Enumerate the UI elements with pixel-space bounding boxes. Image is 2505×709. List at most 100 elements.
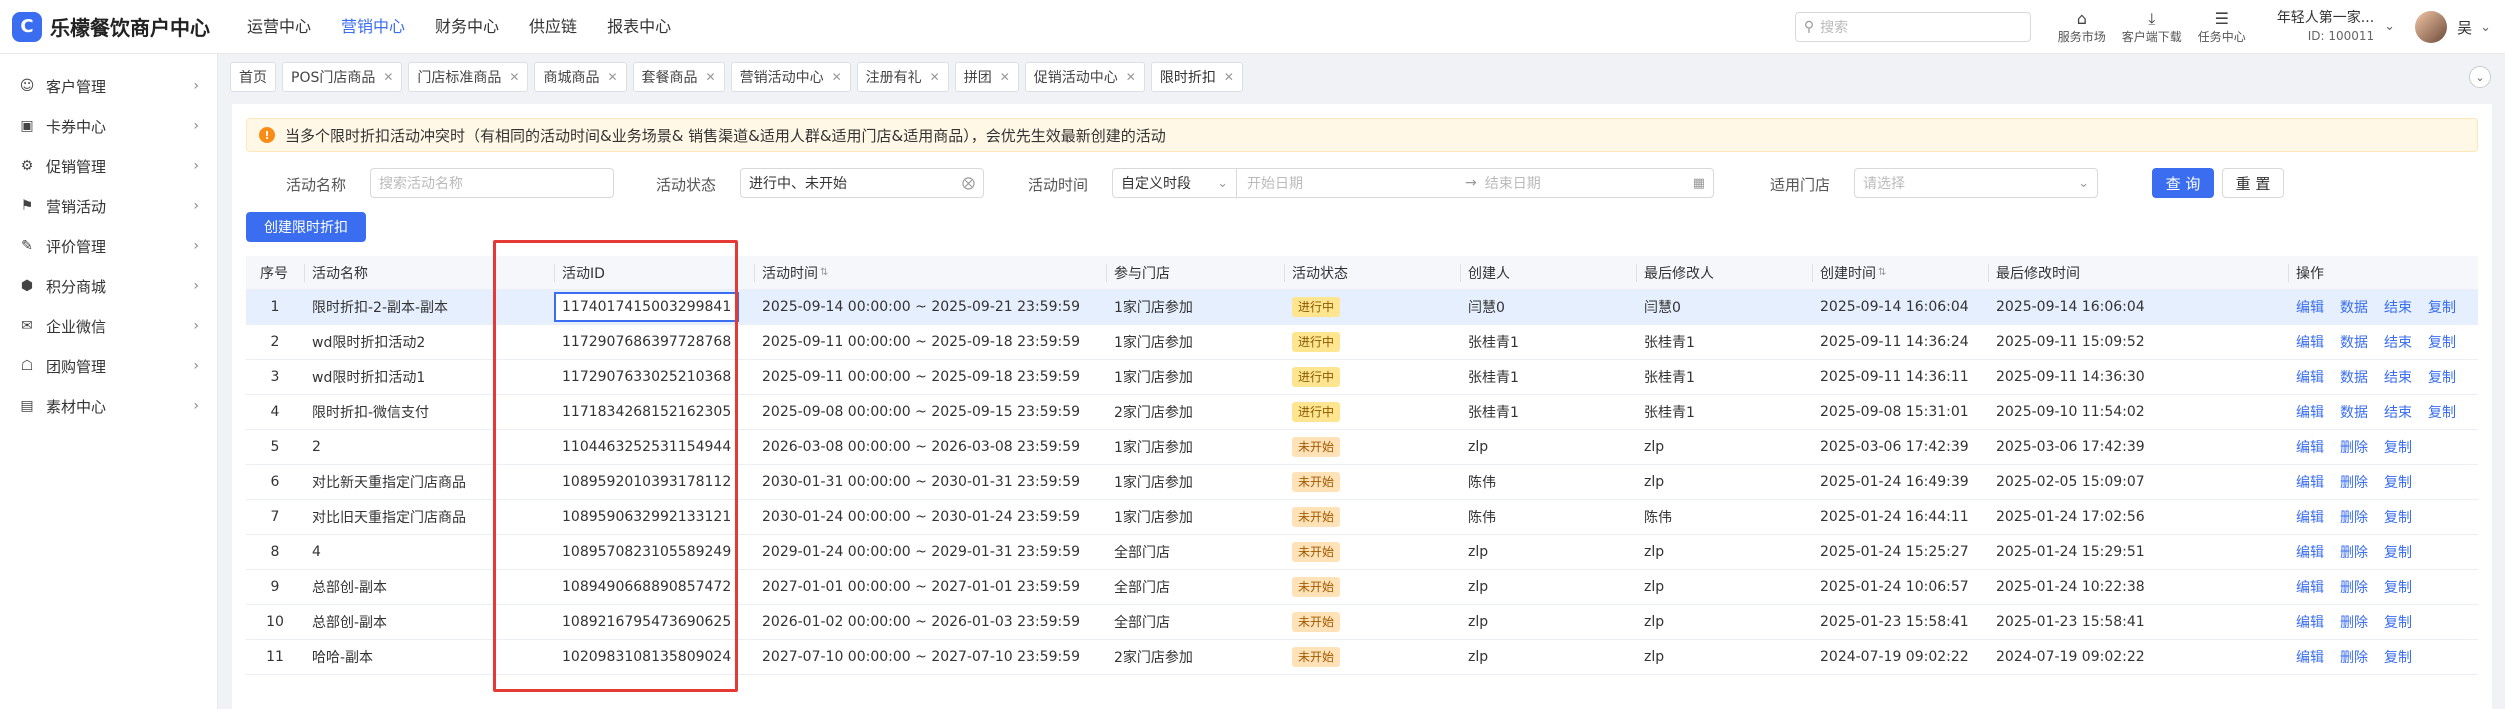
sidebar-item[interactable]: ⬢ 积分商城 › [0, 266, 217, 306]
sidebar-item[interactable]: ⚙ 促销管理 › [0, 146, 217, 186]
row-action-link[interactable]: 结束 [2384, 367, 2412, 387]
chevron-down-icon[interactable]: ⌄ [2480, 20, 2491, 35]
row-action-link[interactable]: 复制 [2384, 612, 2412, 632]
sidebar-item[interactable]: ▤ 素材中心 › [0, 386, 217, 426]
table-row[interactable]: 6 对比新天重指定门店商品 1089592010393178112 2030-01-3… [246, 465, 2478, 500]
activity-status-select[interactable]: 进行中、未开始 ⨂ [740, 168, 984, 198]
close-icon[interactable]: ✕ [832, 70, 842, 84]
tab-more-icon[interactable]: ⌄ [2469, 66, 2491, 88]
close-icon[interactable]: ✕ [1000, 70, 1010, 84]
top-menu-item[interactable]: 供应链 [514, 0, 592, 54]
row-action-link[interactable]: 复制 [2384, 437, 2412, 457]
close-icon[interactable]: ✕ [1224, 70, 1234, 84]
store-select[interactable]: 请选择 ⌄ [1854, 168, 2098, 198]
tab-item[interactable]: 拼团 ✕ [954, 62, 1019, 92]
row-action-link[interactable]: 编辑 [2296, 507, 2324, 527]
table-row[interactable]: 10 总部创-副本 1089216795473690625 2026-01-02 00… [246, 605, 2478, 640]
sidebar-item[interactable]: ✎ 评价管理 › [0, 226, 217, 266]
table-row[interactable]: 7 对比旧天重指定门店商品 1089590632992133121 2030-01-2… [246, 500, 2478, 535]
top-menu-item[interactable]: 运营中心 [232, 0, 326, 54]
table-row[interactable]: 11 哈哈-副本 1020983108135809024 2027-07-10 00:… [246, 640, 2478, 675]
row-action-link[interactable]: 编辑 [2296, 612, 2324, 632]
tab-item[interactable]: POS门店商品 ✕ [282, 62, 403, 92]
row-action-link[interactable]: 编辑 [2296, 367, 2324, 387]
tab-item[interactable]: 营销活动中心 ✕ [730, 62, 851, 92]
row-action-link[interactable]: 结束 [2384, 297, 2412, 317]
sidebar-item[interactable]: ✉ 企业微信 › [0, 306, 217, 346]
close-icon[interactable]: ✕ [930, 70, 940, 84]
row-action-link[interactable]: 结束 [2384, 402, 2412, 422]
close-icon[interactable]: ✕ [383, 70, 393, 84]
tab-item[interactable]: 套餐商品 ✕ [632, 62, 725, 92]
row-action-link[interactable]: 删除 [2340, 612, 2368, 632]
row-action-link[interactable]: 删除 [2340, 437, 2368, 457]
header-created[interactable]: 创建时间 ⇅ [1820, 256, 1886, 289]
user-name[interactable]: 吴 [2457, 17, 2472, 38]
tool-download[interactable]: ⤓ 客户端下载 [2117, 9, 2187, 45]
row-action-link[interactable]: 数据 [2340, 332, 2368, 352]
table-row[interactable]: 4 限时折扣-微信支付 1171834268152162305 2025-09-08 … [246, 395, 2478, 430]
top-menu-item[interactable]: 报表中心 [592, 0, 686, 54]
tool-bag[interactable]: ⌂ 服务市场 [2047, 9, 2117, 45]
app-logo[interactable]: C 乐檬餐饮商户中心 [0, 11, 232, 42]
row-action-link[interactable]: 复制 [2384, 472, 2412, 492]
sort-icon[interactable]: ⇅ [1878, 267, 1886, 278]
sidebar-item[interactable]: ☖ 团购管理 › [0, 346, 217, 386]
row-action-link[interactable]: 复制 [2384, 507, 2412, 527]
row-action-link[interactable]: 编辑 [2296, 402, 2324, 422]
table-row[interactable]: 8 4 1089570823105589249 2029-01-24 00:00:00… [246, 535, 2478, 570]
sort-icon[interactable]: ⇅ [820, 267, 828, 278]
tab-item[interactable]: 促销活动中心 ✕ [1024, 62, 1145, 92]
row-action-link[interactable]: 删除 [2340, 647, 2368, 667]
row-action-link[interactable]: 编辑 [2296, 542, 2324, 562]
tab-item[interactable]: 首页 [230, 62, 276, 92]
activity-id[interactable]: 1174017415003299841 [554, 292, 740, 322]
row-action-link[interactable]: 复制 [2428, 367, 2456, 387]
tool-task[interactable]: ☰ 任务中心 [2187, 9, 2257, 45]
table-row[interactable]: 1 限时折扣-2-副本-副本 1174017415003299841 2025-09-… [246, 290, 2478, 325]
row-action-link[interactable]: 数据 [2340, 297, 2368, 317]
row-action-link[interactable]: 删除 [2340, 577, 2368, 597]
top-menu-item[interactable]: 财务中心 [420, 0, 514, 54]
activity-time-range[interactable]: 自定义时段 ⌄ 开始日期 → 结束日期 ▦ [1112, 168, 1714, 198]
row-action-link[interactable]: 删除 [2340, 472, 2368, 492]
create-flash-discount-button[interactable]: 创建限时折扣 [246, 212, 366, 242]
table-row[interactable]: 9 总部创-副本 1089490668890857472 2027-01-01 00:… [246, 570, 2478, 605]
query-button[interactable]: 查 询 [2152, 168, 2214, 198]
row-action-link[interactable]: 删除 [2340, 542, 2368, 562]
row-action-link[interactable]: 复制 [2428, 332, 2456, 352]
tab-item[interactable]: 门店标准商品 ✕ [408, 62, 529, 92]
row-action-link[interactable]: 编辑 [2296, 472, 2324, 492]
table-row[interactable]: 2 wd限时折扣活动2 1172907686397728768 2025-09-11 … [246, 325, 2478, 360]
row-action-link[interactable]: 编辑 [2296, 647, 2324, 667]
sidebar-item[interactable]: ⚑ 营销活动 › [0, 186, 217, 226]
row-action-link[interactable]: 编辑 [2296, 332, 2324, 352]
tab-item[interactable]: 注册有礼 ✕ [856, 62, 949, 92]
row-action-link[interactable]: 编辑 [2296, 297, 2324, 317]
start-date-input[interactable]: 开始日期 [1247, 173, 1457, 193]
row-action-link[interactable]: 复制 [2428, 402, 2456, 422]
top-menu-item[interactable]: 营销中心 [326, 0, 420, 54]
row-action-link[interactable]: 编辑 [2296, 577, 2324, 597]
row-action-link[interactable]: 复制 [2384, 647, 2412, 667]
close-icon[interactable]: ✕ [509, 70, 519, 84]
row-action-link[interactable]: 复制 [2384, 542, 2412, 562]
global-search-input[interactable]: ⚲ 搜索 [1794, 12, 2031, 42]
clear-icon[interactable]: ⨂ [962, 176, 975, 191]
end-date-input[interactable]: 结束日期 [1485, 173, 1685, 193]
row-action-link[interactable]: 复制 [2428, 297, 2456, 317]
table-row[interactable]: 3 wd限时折扣活动1 1172907633025210368 2025-09-11 … [246, 360, 2478, 395]
row-action-link[interactable]: 结束 [2384, 332, 2412, 352]
sidebar-item[interactable]: ▣ 卡券中心 › [0, 106, 217, 146]
row-action-link[interactable]: 复制 [2384, 577, 2412, 597]
time-mode-select[interactable]: 自定义时段 ⌄ [1113, 169, 1237, 197]
row-action-link[interactable]: 数据 [2340, 402, 2368, 422]
row-action-link[interactable]: 数据 [2340, 367, 2368, 387]
header-time[interactable]: 活动时间 ⇅ [762, 256, 828, 289]
row-action-link[interactable]: 编辑 [2296, 437, 2324, 457]
avatar[interactable] [2415, 11, 2448, 43]
tab-item[interactable]: 商城商品 ✕ [534, 62, 627, 92]
sidebar-item[interactable]: ☺ 客户管理 › [0, 66, 217, 106]
close-icon[interactable]: ✕ [1126, 70, 1136, 84]
close-icon[interactable]: ✕ [607, 70, 617, 84]
